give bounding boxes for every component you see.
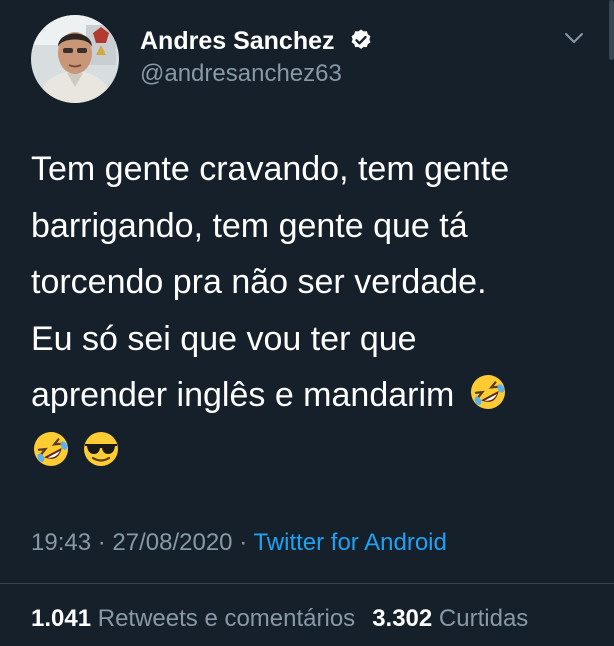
display-name[interactable]: Andres Sanchez bbox=[140, 26, 373, 56]
tweet-text-line: barrigando, tem gente que tá bbox=[31, 206, 468, 245]
likes-stat[interactable]: 3.302 Curtidas bbox=[372, 605, 528, 632]
tweet-text-line: Eu só sei que vou ter que bbox=[31, 319, 417, 358]
verified-badge-icon bbox=[349, 28, 373, 52]
likes-count: 3.302 bbox=[372, 605, 433, 632]
rolling-on-floor-laughing-emoji-icon bbox=[31, 429, 71, 469]
chevron-down-icon[interactable] bbox=[563, 30, 585, 46]
divider bbox=[0, 583, 614, 584]
retweets-stat[interactable]: 1.041 Retweets e comentários bbox=[31, 605, 355, 632]
tweet-date[interactable]: 27/08/2020 bbox=[112, 529, 232, 556]
tweet-text-line: torcendo pra não ser verdade. bbox=[31, 263, 487, 301]
scrollbar[interactable] bbox=[609, 0, 614, 60]
tweet-meta: 19:43 · 27/08/2020 · Twitter for Android bbox=[31, 528, 447, 558]
smiling-face-with-sunglasses-emoji-icon bbox=[81, 429, 121, 469]
tweet-text-line: Tem gente cravando, tem gente bbox=[31, 150, 510, 188]
tweet-text: Tem gente cravando, tem gente barrigando… bbox=[31, 141, 591, 480]
likes-label: Curtidas bbox=[438, 605, 529, 632]
tweet-emoji-row bbox=[31, 424, 591, 481]
user-handle[interactable]: @andresanchez63 bbox=[140, 60, 342, 88]
tweet-text-line: aprender inglês e mandarim bbox=[31, 376, 455, 414]
meta-separator: · bbox=[239, 529, 248, 556]
rolling-on-floor-laughing-emoji-icon bbox=[468, 372, 508, 412]
display-name-text: Andres Sanchez bbox=[140, 27, 335, 55]
meta-separator: · bbox=[97, 529, 106, 556]
tweet-text-line-with-emoji: aprender inglês e mandarim bbox=[31, 367, 591, 424]
tweet-source-link[interactable]: Twitter for Android bbox=[253, 529, 446, 556]
tweet-time[interactable]: 19:43 bbox=[31, 529, 91, 556]
tweet-header: Andres Sanchez @andresanchez63 bbox=[0, 0, 614, 110]
retweets-label: Retweets e comentários bbox=[97, 605, 356, 632]
avatar[interactable] bbox=[31, 15, 119, 103]
tweet-stats: 1.041 Retweets e comentários 3.302 Curtid… bbox=[31, 604, 528, 634]
retweets-count: 1.041 bbox=[31, 605, 92, 632]
